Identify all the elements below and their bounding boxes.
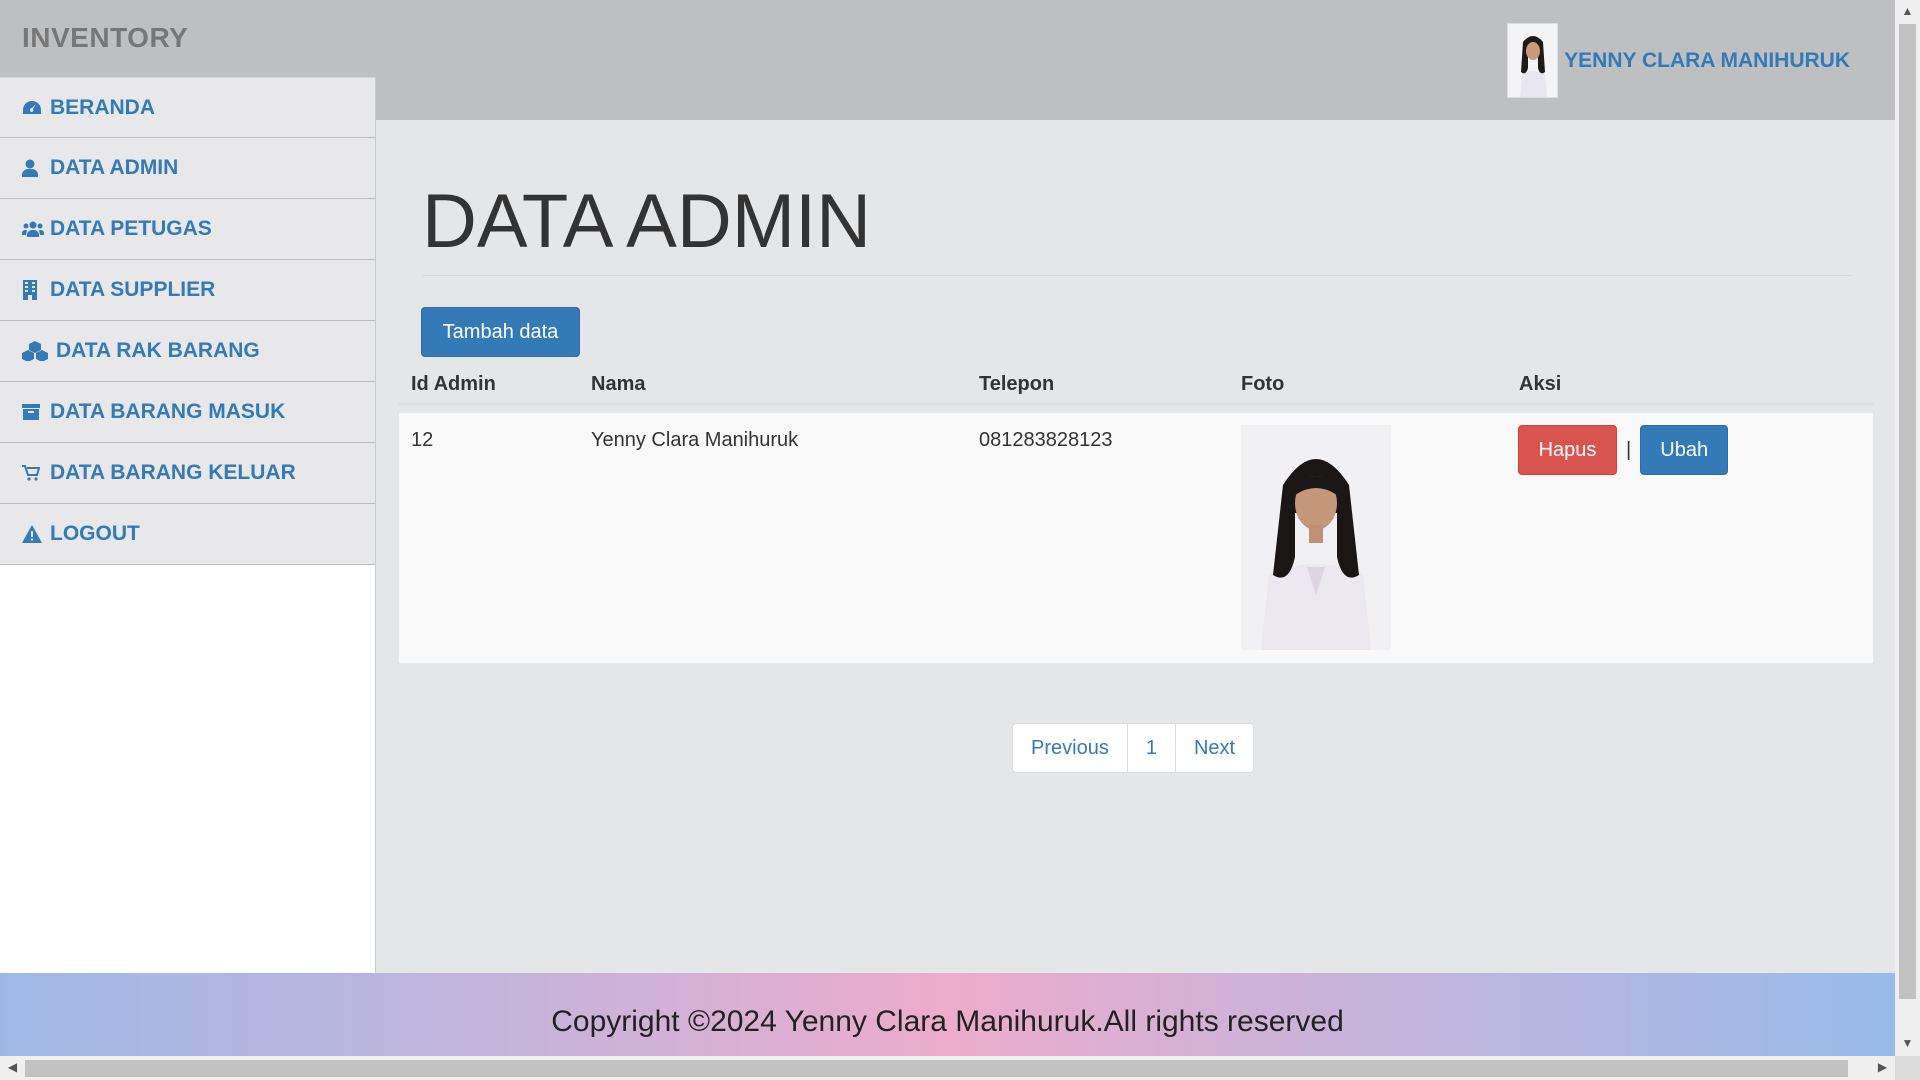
sidebar-item-label: DATA ADMIN bbox=[50, 156, 179, 179]
sidebar-item-data-barang-keluar[interactable]: DATA BARANG KELUAR bbox=[0, 443, 375, 504]
scrollbar-corner bbox=[1895, 1056, 1920, 1080]
edit-button[interactable]: Ubah bbox=[1640, 425, 1729, 475]
brand-title[interactable]: INVENTORY bbox=[22, 22, 188, 54]
dashboard-icon bbox=[22, 100, 46, 116]
sidebar-item-beranda[interactable]: BERANDA bbox=[0, 77, 375, 138]
cell-telepon: 081283828123 bbox=[979, 429, 1113, 451]
sidebar-item-logout[interactable]: LOGOUT bbox=[0, 504, 375, 565]
archive-icon bbox=[22, 404, 46, 420]
building-icon bbox=[22, 280, 46, 300]
scroll-right-icon[interactable]: ▶ bbox=[1870, 1060, 1895, 1074]
horizontal-scrollbar[interactable]: ◀ ▶ bbox=[0, 1056, 1895, 1080]
sidebar: BERANDA DATA ADMIN DATA PETUGAS DATA SUP… bbox=[0, 77, 376, 973]
footer: Copyright ©2024 Yenny Clara Manihuruk.Al… bbox=[0, 973, 1895, 1056]
sidebar-item-label: BERANDA bbox=[50, 95, 155, 119]
cell-nama: Yenny Clara Manihuruk bbox=[591, 429, 799, 451]
main-content: DATA ADMIN Tambah data Id Admin Nama Tel… bbox=[377, 120, 1895, 973]
user-icon bbox=[22, 159, 46, 177]
sidebar-item-label: DATA BARANG KELUAR bbox=[50, 461, 296, 484]
warning-icon bbox=[22, 525, 46, 543]
sidebar-item-data-barang-masuk[interactable]: DATA BARANG MASUK bbox=[0, 382, 375, 443]
users-icon bbox=[22, 221, 46, 237]
add-data-button[interactable]: Tambah data bbox=[421, 307, 580, 357]
cubes-icon bbox=[22, 341, 52, 361]
page-title: DATA ADMIN bbox=[422, 179, 872, 264]
cell-id: 12 bbox=[411, 429, 434, 451]
scroll-down-icon[interactable]: ▼ bbox=[1895, 1036, 1920, 1050]
sidebar-item-data-rak-barang[interactable]: DATA RAK BARANG bbox=[0, 321, 375, 382]
page-1-button[interactable]: 1 bbox=[1126, 723, 1176, 773]
sidebar-item-label: DATA SUPPLIER bbox=[50, 278, 216, 301]
sidebar-item-data-petugas[interactable]: DATA PETUGAS bbox=[0, 199, 375, 260]
column-header-aksi: Aksi bbox=[1519, 373, 1562, 395]
user-profile[interactable]: YENNY CLARA MANIHURUK bbox=[1507, 23, 1850, 98]
copyright-text: Copyright ©2024 Yenny Clara Manihuruk.Al… bbox=[551, 1005, 1344, 1038]
vertical-scroll-thumb[interactable] bbox=[1899, 24, 1916, 999]
horizontal-scroll-thumb[interactable] bbox=[25, 1060, 1848, 1077]
cart-icon bbox=[22, 465, 46, 481]
column-header-id: Id Admin bbox=[411, 373, 496, 395]
sidebar-item-label: LOGOUT bbox=[50, 522, 140, 545]
sidebar-item-data-supplier[interactable]: DATA SUPPLIER bbox=[0, 260, 375, 321]
column-header-telepon: Telepon bbox=[979, 373, 1055, 395]
title-divider bbox=[422, 275, 1852, 276]
sidebar-item-label: DATA BARANG MASUK bbox=[50, 400, 286, 423]
scroll-up-icon[interactable]: ▲ bbox=[1895, 4, 1920, 18]
next-page-button[interactable]: Next bbox=[1174, 723, 1255, 773]
column-header-foto: Foto bbox=[1241, 373, 1285, 395]
avatar[interactable] bbox=[1507, 23, 1559, 98]
action-separator: | bbox=[1626, 438, 1632, 461]
pagination: Previous 1 Next bbox=[1012, 723, 1255, 773]
user-name-link[interactable]: YENNY CLARA MANIHURUK bbox=[1564, 49, 1850, 73]
delete-button[interactable]: Hapus bbox=[1518, 425, 1617, 475]
table-header: Id Admin Nama Telepon Foto Aksi bbox=[399, 355, 1873, 405]
column-header-nama: Nama bbox=[591, 373, 646, 395]
sidebar-item-data-admin[interactable]: DATA ADMIN bbox=[0, 138, 375, 199]
sidebar-item-label: DATA PETUGAS bbox=[50, 217, 212, 240]
admin-photo bbox=[1241, 425, 1391, 650]
previous-page-button[interactable]: Previous bbox=[1012, 723, 1128, 773]
row-actions: Hapus | Ubah bbox=[1518, 425, 1729, 475]
sidebar-item-label: DATA RAK BARANG bbox=[56, 339, 260, 362]
table-row: 12 Yenny Clara Manihuruk 081283828123 Ha… bbox=[399, 413, 1873, 663]
scroll-left-icon[interactable]: ◀ bbox=[0, 1060, 25, 1074]
vertical-scrollbar[interactable]: ▲ ▼ bbox=[1895, 0, 1920, 1056]
